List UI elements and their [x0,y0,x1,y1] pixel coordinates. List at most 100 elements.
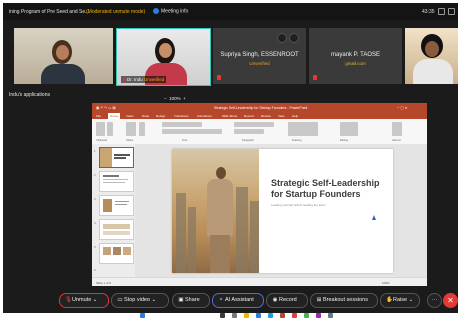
group-slides: Slides [126,139,134,142]
browser-icon[interactable] [256,313,261,318]
app-icon[interactable] [304,313,309,318]
mic-off-icon [217,75,221,80]
app-icon[interactable] [316,313,321,318]
mic-off-icon: 🎙 [65,297,72,303]
add-ins-button[interactable] [392,122,402,136]
raise-label: Raise [393,297,408,303]
new-slide-button[interactable] [126,122,136,136]
slide-thumbnail-1[interactable] [99,147,134,168]
participant-status: Unverified [249,61,270,66]
tab-draw[interactable]: Draw [142,114,149,118]
breakout-sessions-button[interactable]: ⊞ Breakout sessions [310,293,378,308]
record-button[interactable]: ◉ Record [266,293,308,308]
app-icon[interactable] [292,313,297,318]
participant-tile-active[interactable]: ■ Dr. Indu Unverified [116,28,211,86]
ppt-title-bar: ▣ ↶ ↷ ▭ ▤ Strategic Self-Leadership for … [92,103,427,112]
tab-view[interactable]: View [278,114,284,118]
file-explorer-icon[interactable] [244,313,249,318]
stop-video-button[interactable]: ▭Stop video ⌄ [111,293,169,308]
participant-status: gmail.com [345,61,366,66]
participant-name-tag: ■ Dr. Indu Unverified [121,76,167,83]
alignment-buttons[interactable] [234,129,264,134]
meeting-info-button[interactable]: Meeting info [153,8,188,14]
record-label: Record [279,297,297,303]
slide-thumbnail-4[interactable] [99,219,134,240]
slide-thumbnail-3[interactable] [99,195,134,216]
mic-off-icon [313,75,317,80]
mouse-cursor-icon [372,215,376,220]
tab-insert[interactable]: Insert [126,114,134,118]
participant-status: Unverified [144,77,165,82]
layout-button[interactable] [139,122,145,136]
zoom-in-icon[interactable]: + [183,96,186,101]
tab-review[interactable]: Review [261,114,271,118]
current-slide[interactable]: Strategic Self-Leadership for Startup Fo… [172,149,393,273]
more-options-button[interactable]: ··· [427,293,442,308]
tab-help[interactable]: Help [292,114,298,118]
layout-icon[interactable] [438,8,445,15]
powerpoint-window[interactable]: ▣ ↶ ↷ ▭ ▤ Strategic Self-Leadership for … [92,103,427,286]
tab-transitions[interactable]: Transitions [174,114,189,118]
cut-button[interactable] [107,122,113,136]
participant-face [425,41,439,57]
slide-thumbnail-5[interactable] [99,243,134,264]
chevron-down-icon[interactable]: ⌄ [93,297,98,303]
start-icon[interactable] [140,313,145,318]
tab-record[interactable]: Record [244,114,254,118]
ppt-ribbon-tabs: File Home Insert Draw Design Transitions… [92,112,427,119]
end-meeting-button[interactable]: ✕ [443,293,458,308]
font-format-buttons[interactable] [162,129,222,134]
task-view-icon[interactable] [232,313,237,318]
participant-tile-1[interactable] [14,28,113,84]
thumb-number: 6 [94,268,96,272]
fullscreen-icon[interactable] [448,8,455,15]
chevron-down-icon[interactable]: ⌄ [152,297,157,303]
tab-slide-show[interactable]: Slide Show [222,114,237,118]
participant-tile-4[interactable]: mayank P. TAOSE gmail.com [309,28,402,84]
webex-icon[interactable] [268,313,273,318]
paragraph-buttons[interactable] [234,122,274,127]
share-zoom-control[interactable]: − 100% + [164,96,186,101]
participant-name: Dr. Indu [126,77,143,82]
tab-home[interactable]: Home [108,112,121,119]
thumb-number: 5 [94,245,96,249]
more-options-icon[interactable] [289,33,299,43]
tab-animations[interactable]: Animations [197,114,212,118]
participant-tile-5[interactable] [405,28,458,84]
editing-buttons[interactable] [340,122,358,136]
slide-subtitle[interactable]: Leading yourself before leading the team [271,203,325,207]
font-select[interactable] [162,122,202,127]
unmute-button[interactable]: 🎙Unmute ⌄ [59,293,109,308]
breakout-icon: ⊞ [316,297,322,303]
participant-body [41,64,85,84]
powerpoint-icon[interactable] [280,313,285,318]
chevron-down-icon[interactable]: ⌄ [409,297,414,303]
app-icon[interactable] [328,313,333,318]
paste-button[interactable] [96,122,105,136]
share-button[interactable]: ▣Share [172,293,210,308]
window-controls[interactable]: ─ ▢ ✕ [397,106,408,110]
slide-thumbnail-2[interactable] [99,171,134,192]
tab-design[interactable]: Design [156,114,165,118]
participant-face [159,43,172,58]
meeting-info-label: Meeting info [161,8,189,15]
ai-assistant-label: AI Assistant [225,297,254,303]
ai-assistant-button[interactable]: ✦ AI Assistant [212,293,264,308]
participant-tile-3[interactable]: Supriya Singh, ESSENROOT Unverified [213,28,306,84]
pin-icon[interactable] [277,33,287,43]
participant-name: mayank P. TAOSE [330,52,381,58]
search-icon[interactable] [220,313,225,318]
video-camera-icon: ▭ [117,297,123,303]
meeting-controls: 🎙Unmute ⌄ ▭Stop video ⌄ ▣Share ✦ AI Assis… [3,289,458,313]
shapes-gallery[interactable] [288,122,318,136]
status-zoom[interactable]: 100% [382,281,390,285]
share-zoom-level: 100% [169,96,181,101]
tab-file[interactable]: File [96,114,101,118]
thumb-number: 3 [94,197,96,201]
record-icon: ◉ [272,297,278,303]
zoom-out-icon[interactable]: − [164,96,167,101]
thumb-number: 1 [94,149,96,153]
slide-title[interactable]: Strategic Self-Leadership for Startup Fo… [271,178,387,200]
raise-hand-button[interactable]: ✋Raise ⌄ [380,293,420,308]
quick-access-icons[interactable]: ▣ ↶ ↷ ▭ ▤ [96,106,116,110]
